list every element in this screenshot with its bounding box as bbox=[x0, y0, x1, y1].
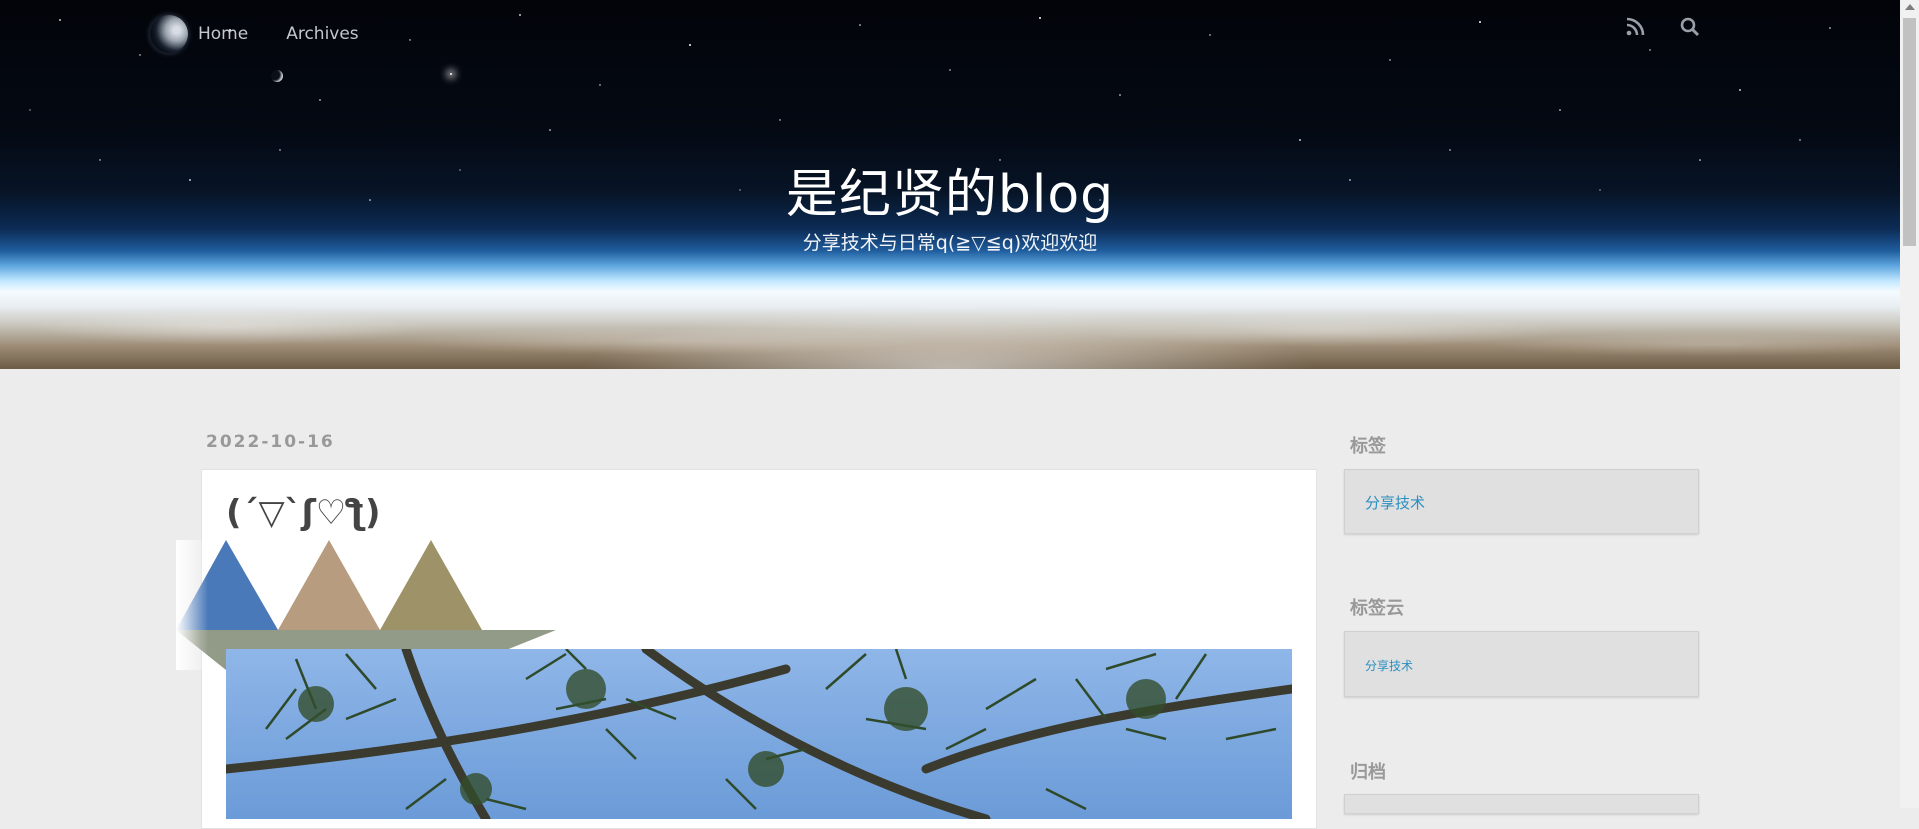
scroll-thumb[interactable] bbox=[1903, 18, 1916, 246]
archives-widget-title: 归档 bbox=[1350, 762, 1386, 783]
tag-cloud-widget-title: 标签云 bbox=[1350, 598, 1404, 619]
post-title[interactable]: (´▽`ʃ♡ƪ) bbox=[226, 493, 381, 533]
top-nav: Home Archives bbox=[150, 14, 397, 54]
site-title: 是纪贤的blog bbox=[785, 165, 1115, 225]
tag-cloud-widget: 分享技术 bbox=[1344, 631, 1699, 697]
tags-widget: 分享技术 bbox=[1344, 469, 1699, 534]
post-date[interactable]: 2022-10-16 bbox=[206, 432, 335, 452]
header-banner: Home Archives 是纪贤的blog 分享技术与日常q(≧▽≦q)欢迎欢… bbox=[0, 0, 1900, 369]
page-scrollbar[interactable] bbox=[1900, 0, 1919, 808]
cloud-layer bbox=[0, 299, 1900, 369]
site-subtitle: 分享技术与日常q(≧▽≦q)欢迎欢迎 bbox=[802, 232, 1098, 254]
search-icon[interactable] bbox=[1679, 16, 1703, 40]
small-planet bbox=[271, 70, 283, 82]
tag-cloud-link[interactable]: 分享技术 bbox=[1365, 657, 1413, 674]
moon-logo[interactable] bbox=[150, 15, 188, 53]
tags-widget-title: 标签 bbox=[1350, 436, 1386, 457]
post-image bbox=[226, 649, 1292, 819]
scroll-up-arrow[interactable] bbox=[1905, 4, 1915, 10]
archives-widget bbox=[1344, 794, 1699, 814]
pine-tree-photo bbox=[226, 649, 1292, 819]
rss-icon[interactable] bbox=[1624, 16, 1648, 40]
nav-home-link[interactable]: Home bbox=[198, 24, 248, 44]
bright-star bbox=[450, 73, 452, 75]
nav-archives-link[interactable]: Archives bbox=[286, 24, 358, 44]
tag-link[interactable]: 分享技术 bbox=[1365, 492, 1425, 513]
